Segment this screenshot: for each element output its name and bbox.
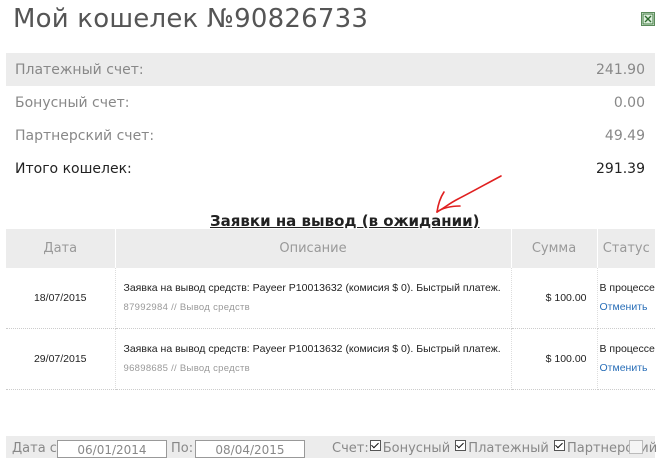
partner-account-row: Партнерский счет: 49.49: [6, 119, 655, 152]
bonus-account-value: 0.00: [613, 94, 645, 111]
table-row: 29/07/2015 Заявка на вывод средств: Paye…: [6, 328, 656, 390]
partner-account-value: 49.49: [604, 127, 645, 144]
withdrawals-table: Дата Описание Сумма Статус 18/07/2015 За…: [6, 229, 655, 390]
row-status-text: В процессе: [599, 343, 655, 355]
withdrawals-title: Заявки на вывод (в ожидании): [210, 212, 480, 230]
row-status-text: В процессе: [599, 282, 655, 294]
bonus-account-label: Бонусный счет:: [15, 94, 130, 111]
payment-account-label: Платежный счет:: [15, 61, 144, 78]
row-description-text: Заявка на вывод средств: Payeer P1001363…: [123, 282, 501, 294]
excel-export-icon[interactable]: [641, 12, 655, 26]
bonus-account-row: Бонусный счет: 0.00: [6, 86, 655, 119]
partner-account-label: Партнерский счет:: [15, 127, 155, 144]
row-description-text: Заявка на вывод средств: Payeer P1001363…: [123, 343, 501, 355]
table-row: 18/07/2015 Заявка на вывод средств: Paye…: [6, 268, 655, 329]
bonus-checkbox[interactable]: [369, 440, 381, 451]
row-status: В процессе Отменить: [597, 268, 655, 329]
cancel-link[interactable]: Отменить: [600, 298, 656, 317]
column-amount[interactable]: Сумма: [511, 229, 598, 268]
date-from-input[interactable]: 06/01/2014: [57, 440, 167, 458]
row-meta: 87992984 // Вывод средств: [123, 302, 250, 313]
date-to-input[interactable]: 08/04/2015: [195, 440, 305, 458]
column-description[interactable]: Описание: [115, 229, 512, 268]
payment-checkbox-label: Платежный: [468, 441, 549, 456]
column-date[interactable]: Дата: [6, 229, 116, 268]
wallet-total-row: Итого кошелек: 291.39: [6, 152, 655, 185]
date-to-label: По:: [171, 441, 194, 456]
bonus-checkbox-label: Бонусный: [382, 441, 451, 456]
row-amount: $ 100.00: [511, 268, 598, 329]
row-status: В процессе Отменить: [597, 328, 656, 390]
filter-bar: Дата с: 06/01/2014 По: 08/04/2015 Счет: Б…: [6, 436, 658, 458]
column-status[interactable]: Статус: [597, 229, 655, 268]
account-filter: Счет: Бонусный Платежный Партнерский: [332, 440, 658, 456]
page-title: Мой кошелек №90826733: [13, 4, 369, 34]
partner-checkbox-label: Партнерский: [566, 441, 658, 456]
accounts-summary: Платежный счет: 241.90 Бонусный счет: 0.…: [6, 53, 655, 185]
row-description: Заявка на вывод средств: Payeer P1001363…: [115, 328, 512, 390]
corner-icon[interactable]: [629, 440, 643, 454]
partner-checkbox[interactable]: [553, 440, 565, 451]
payment-checkbox[interactable]: [455, 440, 467, 451]
table-header: Дата Описание Сумма Статус: [6, 229, 655, 268]
wallet-total-label: Итого кошелек:: [15, 160, 132, 177]
date-from-label: Дата с:: [12, 441, 62, 456]
row-description: Заявка на вывод средств: Payeer P1001363…: [115, 268, 512, 329]
payment-account-row: Платежный счет: 241.90: [6, 53, 655, 86]
wallet-total-value: 291.39: [596, 160, 645, 177]
row-date: 18/07/2015: [6, 268, 116, 329]
row-date: 29/07/2015: [6, 328, 116, 390]
row-meta: 96898685 // Вывод средств: [123, 363, 250, 374]
payment-account-value: 241.90: [596, 61, 645, 78]
cancel-link[interactable]: Отменить: [600, 359, 656, 378]
accounts-filter-label: Счет:: [332, 441, 369, 456]
row-amount: $ 100.00: [511, 328, 598, 390]
